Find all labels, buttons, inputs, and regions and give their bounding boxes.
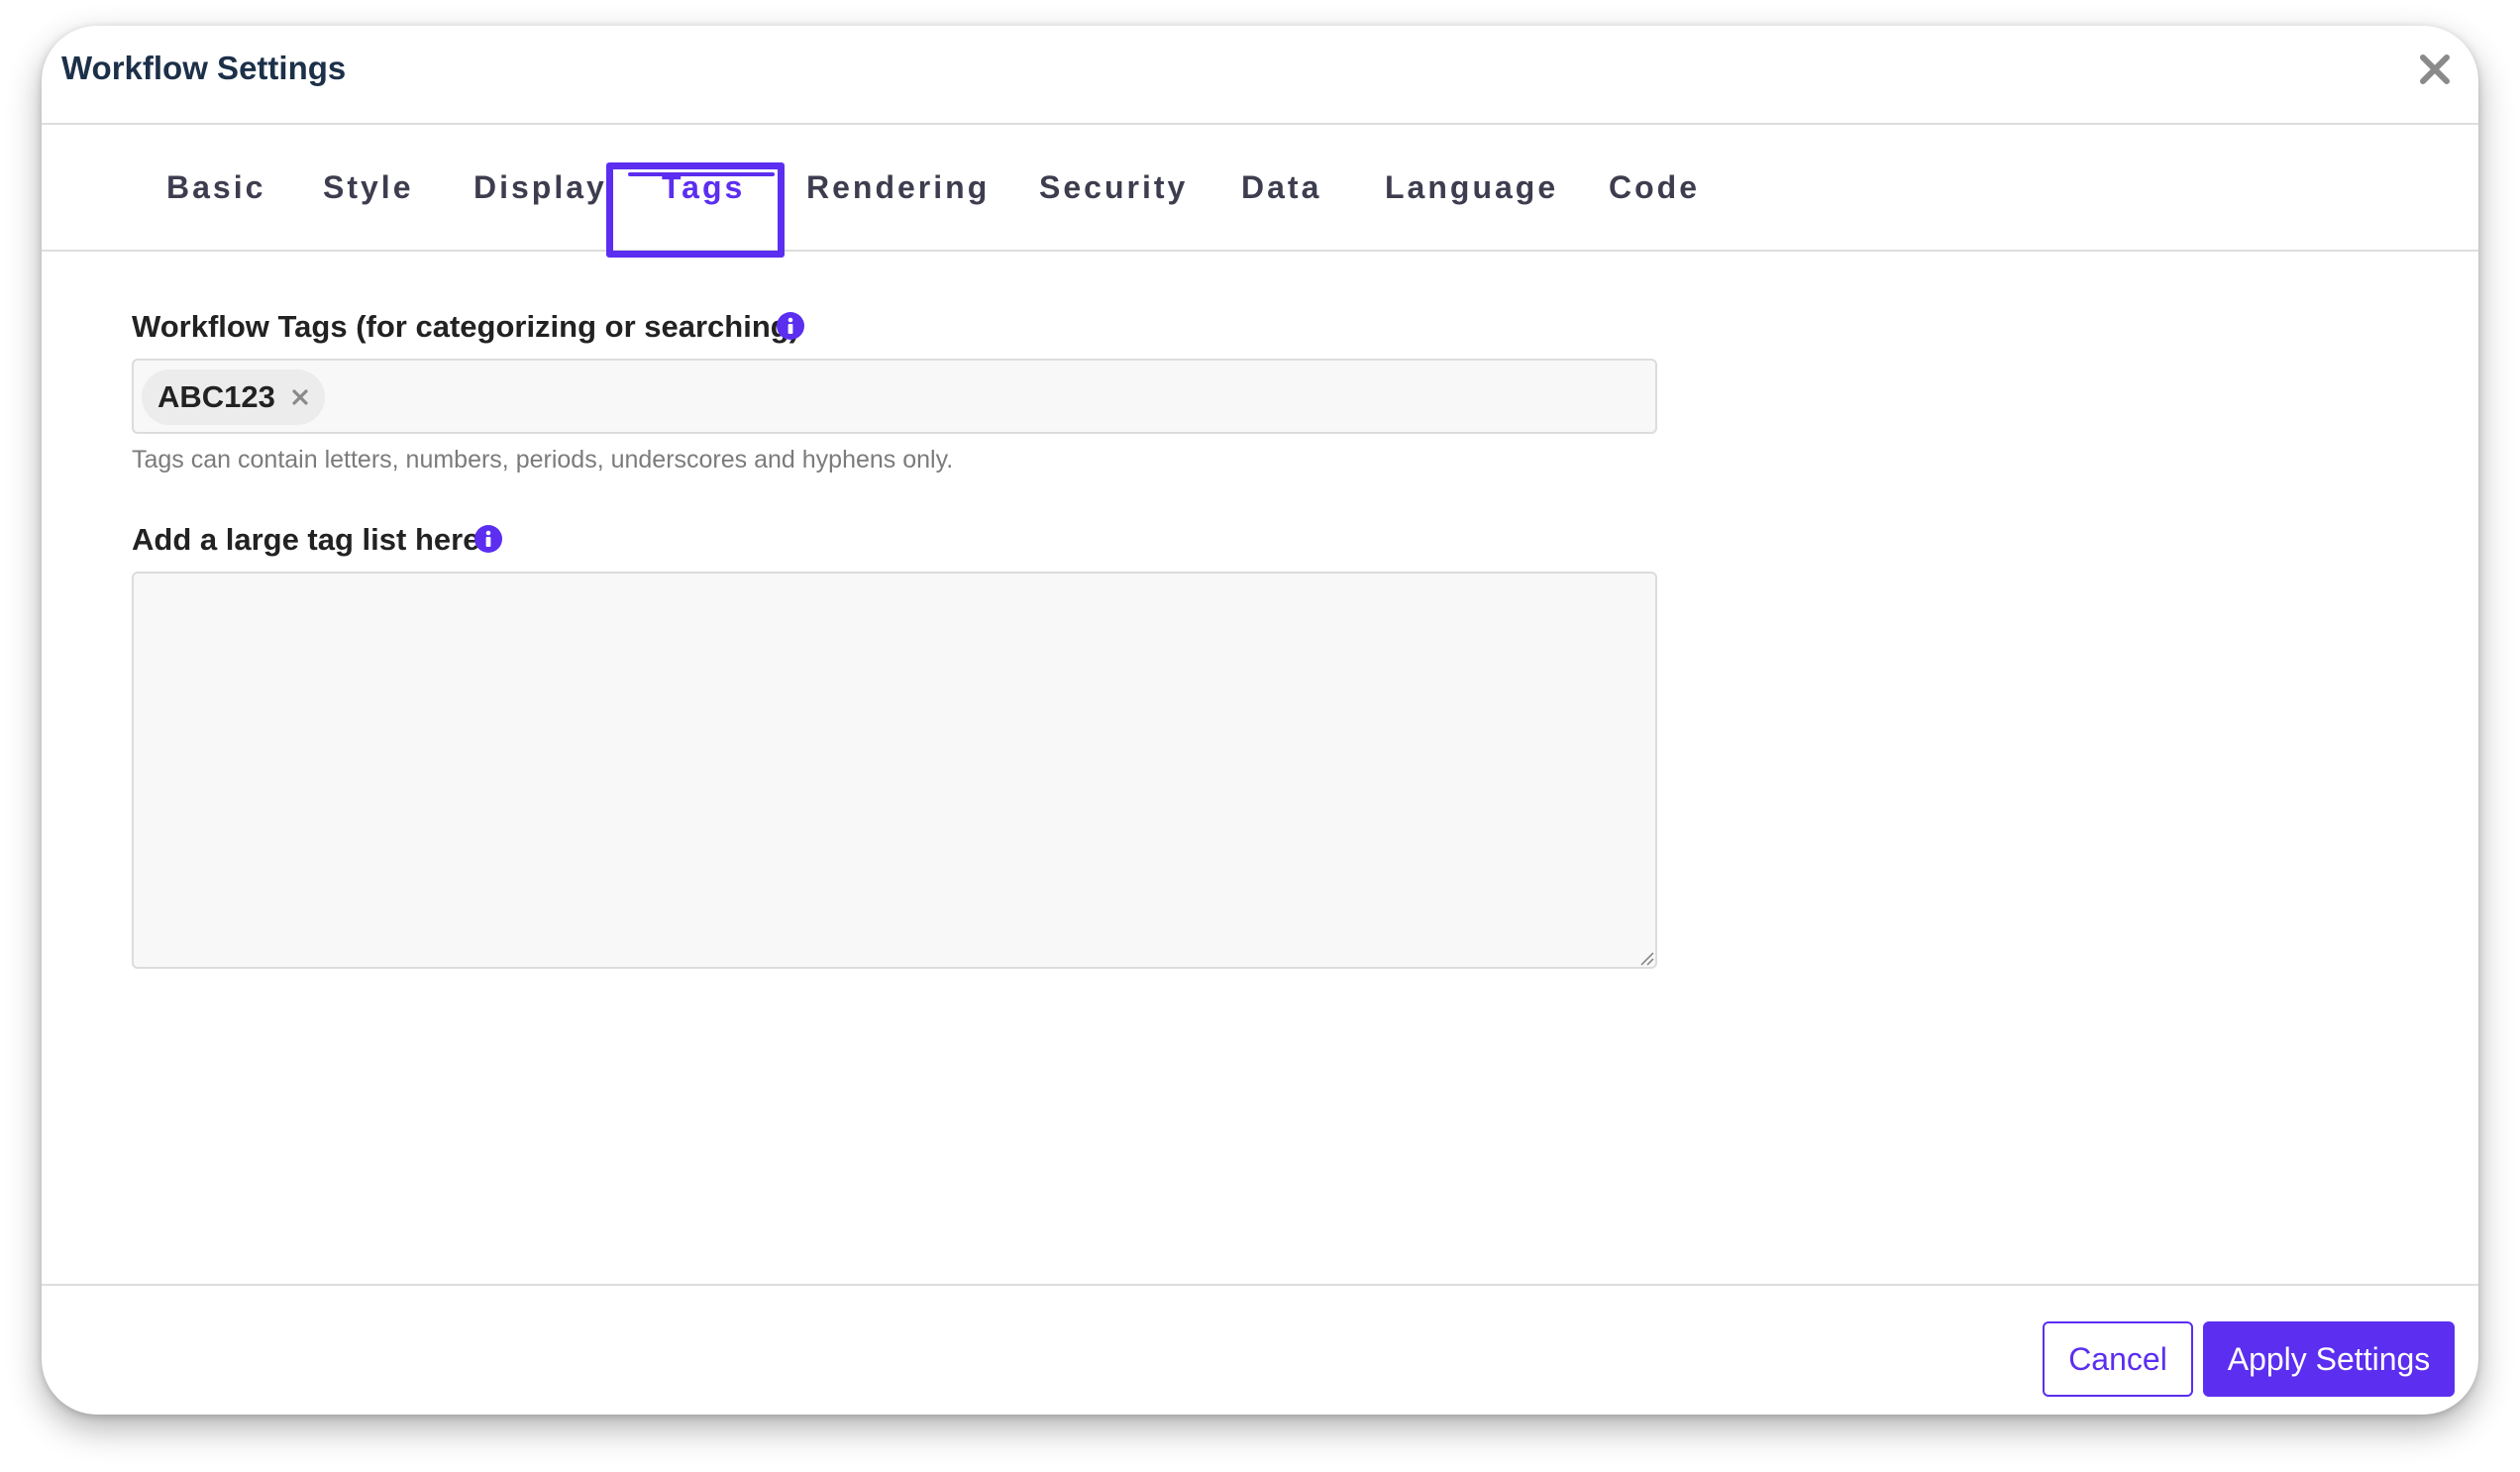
tab-display[interactable]: Display	[473, 125, 607, 250]
info-icon[interactable]	[776, 311, 805, 341]
tab-basic[interactable]: Basic	[166, 125, 265, 250]
active-tab-highlight	[606, 162, 785, 258]
tab-style[interactable]: Style	[323, 125, 413, 250]
info-icon[interactable]	[473, 524, 503, 554]
tab-security[interactable]: Security	[1039, 125, 1188, 250]
tab-rendering[interactable]: Rendering	[806, 125, 990, 250]
tab-code[interactable]: Code	[1609, 125, 1700, 250]
close-icon[interactable]	[289, 386, 311, 408]
dialog-footer: Cancel Apply Settings	[42, 1284, 2478, 1415]
tags-help-text: Tags can contain letters, numbers, perio…	[132, 446, 954, 473]
tab-data[interactable]: Data	[1241, 125, 1321, 250]
workflow-tags-input[interactable]: ABC123	[132, 359, 1657, 434]
settings-tabs: Basic Style Display Tags Rendering Secur…	[42, 125, 2478, 252]
resize-handle-icon[interactable]	[1638, 950, 1654, 966]
tag-list-label: Add a large tag list here	[132, 522, 480, 557]
dialog-title: Workflow Settings	[61, 50, 347, 86]
tab-language[interactable]: Language	[1385, 125, 1558, 250]
tag-list-textarea[interactable]	[132, 572, 1657, 969]
cancel-button[interactable]: Cancel	[2043, 1321, 2193, 1397]
close-icon[interactable]	[2413, 48, 2457, 91]
tag-chip: ABC123	[142, 369, 325, 425]
workflow-settings-dialog: Workflow Settings Basic Style Display Ta…	[42, 26, 2478, 1415]
tag-chip-label: ABC123	[158, 379, 275, 414]
dialog-header: Workflow Settings	[42, 26, 2478, 125]
apply-settings-button[interactable]: Apply Settings	[2203, 1321, 2455, 1397]
workflow-tags-label: Workflow Tags (for categorizing or searc…	[132, 309, 800, 344]
